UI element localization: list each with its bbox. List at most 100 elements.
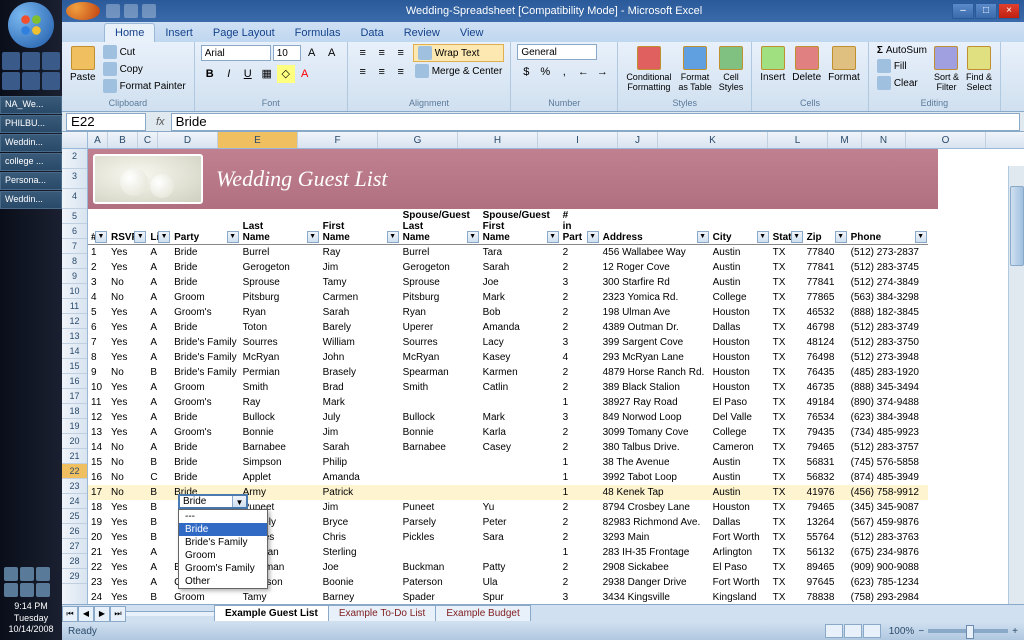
select-all-corner[interactable] (62, 132, 88, 148)
sheet-tab[interactable]: Example Guest List (214, 605, 329, 621)
cell[interactable]: Joe (480, 275, 560, 290)
cell[interactable]: 2 (560, 290, 600, 305)
cell[interactable]: Austin (710, 470, 770, 485)
cell[interactable]: 77840 (804, 245, 848, 260)
cell[interactable]: Jim (320, 260, 400, 275)
ribbon-tab-review[interactable]: Review (394, 24, 450, 42)
cell[interactable]: Groom's (171, 305, 239, 320)
active-cell-dropdown[interactable]: Bride ▼ (178, 494, 248, 509)
table-header[interactable]: RSVP?▼ (108, 209, 147, 245)
cell[interactable]: Fort Worth (710, 530, 770, 545)
cell[interactable]: Bride's Family (171, 335, 239, 350)
cell[interactable]: Carmen (320, 290, 400, 305)
cell[interactable]: Austin (710, 485, 770, 500)
cell[interactable]: Gerogeton (400, 260, 480, 275)
cell[interactable]: Catlin (480, 380, 560, 395)
cell[interactable]: A (147, 275, 171, 290)
cell[interactable]: 3 (560, 275, 600, 290)
cell[interactable]: A (147, 440, 171, 455)
table-row[interactable]: 5YesAGroom'sRyanSarahRyanBob2198 Ulman A… (88, 305, 928, 320)
cell[interactable]: Bride (171, 275, 239, 290)
cell[interactable]: No (108, 440, 147, 455)
ribbon-tab-formulas[interactable]: Formulas (285, 24, 351, 42)
cell[interactable]: Arlington (710, 545, 770, 560)
cell[interactable]: TX (770, 410, 804, 425)
cell[interactable]: Amanda (320, 470, 400, 485)
cell[interactable]: A (147, 350, 171, 365)
table-row[interactable]: 15NoBBrideSimpsonPhilip138 The AvenueAus… (88, 455, 928, 470)
cell[interactable]: (888) 182-3845 (848, 305, 928, 320)
redo-icon[interactable] (142, 4, 156, 18)
cell[interactable]: Mark (480, 410, 560, 425)
tray-icon[interactable] (4, 567, 18, 581)
cell[interactable]: TX (770, 590, 804, 605)
undo-icon[interactable] (124, 4, 138, 18)
cell[interactable]: Barely (320, 320, 400, 335)
row-header[interactable]: 21 (62, 449, 87, 464)
cell[interactable]: Permian (240, 365, 320, 380)
cell[interactable]: TX (770, 275, 804, 290)
table-row[interactable]: 13YesAGroom'sBonnieJimBonnieKarla23099 T… (88, 425, 928, 440)
merge-center-button[interactable]: Merge & Center (413, 63, 505, 79)
wrap-text-button[interactable]: Wrap Text (413, 44, 505, 62)
col-header[interactable]: J (618, 132, 658, 148)
autosum-button[interactable]: Σ AutoSum (875, 44, 929, 57)
page-layout-icon[interactable] (844, 624, 862, 638)
sheet-tab-hidden[interactable] (125, 611, 215, 616)
cell[interactable] (480, 470, 560, 485)
row-header[interactable]: 20 (62, 434, 87, 449)
ribbon-tab-page-layout[interactable]: Page Layout (203, 24, 285, 42)
cell[interactable]: Yes (108, 500, 147, 515)
dropdown-list[interactable]: ---BrideBride's FamilyGroomGroom's Famil… (178, 509, 268, 589)
cell[interactable]: 9 (88, 365, 108, 380)
cell[interactable]: 2 (560, 500, 600, 515)
cell[interactable]: Bride (171, 440, 239, 455)
cell[interactable]: Yes (108, 560, 147, 575)
cell[interactable]: 56831 (804, 455, 848, 470)
cell[interactable]: 4 (88, 290, 108, 305)
ribbon-tab-insert[interactable]: Insert (155, 24, 203, 42)
cell[interactable]: Yes (108, 245, 147, 260)
cell[interactable]: Groom's (171, 395, 239, 410)
cell[interactable]: Brasely (320, 365, 400, 380)
cell[interactable]: Houston (710, 380, 770, 395)
cell[interactable]: A (147, 335, 171, 350)
cell[interactable]: Bride (171, 470, 239, 485)
cell[interactable]: 2 (560, 530, 600, 545)
cell[interactable]: 389 Black Stalion (600, 380, 710, 395)
cell[interactable]: Yes (108, 350, 147, 365)
cell[interactable]: Bride's Family (171, 365, 239, 380)
cell[interactable]: Applet (240, 470, 320, 485)
cell[interactable]: No (108, 365, 147, 380)
zoom-in-icon[interactable]: + (1012, 626, 1018, 637)
cell[interactable]: 2 (560, 320, 600, 335)
cell[interactable]: 849 Norwod Loop (600, 410, 710, 425)
cell[interactable]: Puneet (400, 500, 480, 515)
taskbar-item[interactable]: Persona... (0, 172, 62, 190)
cell[interactable]: TX (770, 260, 804, 275)
cell[interactable]: TX (770, 440, 804, 455)
cell[interactable]: Sprouse (240, 275, 320, 290)
cell[interactable]: 38927 Ray Road (600, 395, 710, 410)
cell[interactable]: Bride (171, 455, 239, 470)
cell[interactable]: TX (770, 395, 804, 410)
col-header[interactable]: F (298, 132, 378, 148)
cell[interactable]: 3 (560, 410, 600, 425)
filter-icon[interactable]: ▼ (547, 231, 559, 243)
tray-icon[interactable] (20, 567, 34, 581)
dropdown-option[interactable]: Bride (179, 523, 267, 536)
cell[interactable]: 5 (88, 305, 108, 320)
row-header[interactable]: 28 (62, 554, 87, 569)
cell[interactable]: 6 (88, 320, 108, 335)
table-header[interactable]: #inPart▼ (560, 209, 600, 245)
cell[interactable]: (512) 283-3750 (848, 335, 928, 350)
filter-icon[interactable]: ▼ (95, 231, 107, 243)
cell[interactable]: Tamy (240, 590, 320, 605)
table-row[interactable]: 9NoBBride's FamilyPermianBraselySpearman… (88, 365, 928, 380)
cell[interactable]: TX (770, 305, 804, 320)
cells-area[interactable]: Wedding Guest List #▼RSVP?▼List▼Party▼La… (88, 149, 1024, 604)
cell[interactable]: Houston (710, 365, 770, 380)
align-top-icon[interactable]: ≡ (354, 44, 372, 62)
row-header[interactable]: 15 (62, 359, 87, 374)
cell[interactable]: 2 (560, 515, 600, 530)
